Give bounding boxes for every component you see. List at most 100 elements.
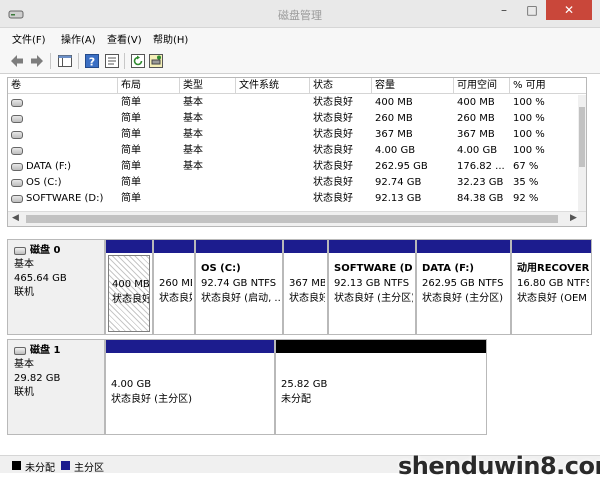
column-header-type[interactable]: 类型 <box>180 78 236 94</box>
table-row[interactable]: SOFTWARE (D:) 简单 状态良好 92.13 GB 84.38 GB 92 % <box>8 191 578 207</box>
legend-label-unallocated: 未分配 <box>25 463 55 474</box>
console-tree-icon[interactable] <box>56 52 74 70</box>
column-header-status[interactable]: 状态 <box>310 78 372 94</box>
volume-type: 基本 <box>183 145 203 156</box>
menu-action[interactable]: 操作(A) <box>61 31 96 46</box>
back-arrow-icon[interactable] <box>8 52 26 70</box>
volume-filesystem <box>239 159 309 175</box>
svg-text:?: ? <box>89 56 95 69</box>
disk-0-partition-5[interactable]: SOFTWARE (D:) 92.13 GB NTFS 状态良好 (主分区) <box>328 239 416 335</box>
column-header-percent-free[interactable]: % 可用 <box>510 78 586 94</box>
disk-0-partition-3[interactable]: OS (C:) 92.74 GB NTFS 状态良好 (启动, ... <box>195 239 283 335</box>
table-row[interactable]: 简单 基本 状态良好 400 MB 400 MB 100 % <box>8 95 578 111</box>
disk-0-partition-7[interactable]: 动用RECOVERY 16.80 GB NTFS 状态良好 (OEM <box>511 239 592 335</box>
column-header-capacity[interactable]: 容量 <box>372 78 454 94</box>
volume-name: DATA (F:) <box>26 161 72 172</box>
volume-free-space: 176.82 ... <box>457 161 505 172</box>
partition-name: OS (C:) <box>201 263 241 274</box>
disk-0-type: 基本 <box>14 259 34 270</box>
disk-1-partition-2[interactable]: 25.82 GB 未分配 <box>275 339 487 435</box>
volume-type <box>183 191 235 207</box>
volume-layout: 简单 <box>121 161 141 172</box>
partition-name: DATA (F:) <box>422 263 474 274</box>
volume-capacity: 400 MB <box>375 97 413 108</box>
volume-status: 状态良好 <box>313 145 353 156</box>
partition-size: 92.13 GB NTFS <box>334 278 410 289</box>
volume-type: 基本 <box>183 113 203 124</box>
maximize-button[interactable]: □ <box>518 0 546 20</box>
toolbar-separator <box>78 53 79 69</box>
watermark: shenduwin8.com <box>398 452 600 480</box>
menu-view[interactable]: 查看(V) <box>107 31 142 46</box>
scroll-left-icon[interactable]: ◀ <box>12 213 19 223</box>
table-row[interactable]: 简单 基本 状态良好 367 MB 367 MB 100 % <box>8 127 578 143</box>
disk-icon <box>14 347 26 355</box>
volume-filesystem <box>239 95 309 111</box>
partition-size: 367 MB <box>289 278 325 289</box>
volume-free-space: 84.38 GB <box>457 193 504 204</box>
disk-0-label[interactable]: 磁盘 0 基本 465.64 GB 联机 <box>7 239 105 335</box>
table-row[interactable]: OS (C:) 简单 状态良好 92.74 GB 32.23 GB 35 % <box>8 175 578 191</box>
volume-type: 基本 <box>183 97 203 108</box>
volume-type: 基本 <box>183 129 203 140</box>
partition-size: 400 MB <box>112 279 149 290</box>
disk-1-type: 基本 <box>14 359 34 370</box>
partition-status: 状态良好 <box>159 293 192 304</box>
help-icon[interactable]: ? <box>83 52 101 70</box>
volume-type <box>183 175 235 191</box>
disk-icon <box>14 247 26 255</box>
partition-name <box>289 261 325 276</box>
volume-filesystem <box>239 127 309 143</box>
volume-free-space: 260 MB <box>457 113 495 124</box>
minimize-button[interactable]: – <box>490 0 518 20</box>
partition-name: 动用RECOVERY <box>517 263 589 274</box>
volume-icon <box>11 147 23 155</box>
close-button[interactable]: ✕ <box>546 0 592 20</box>
column-header-volume[interactable]: 卷 <box>8 78 118 94</box>
volume-icon <box>11 115 23 123</box>
table-row[interactable]: 简单 基本 状态良好 4.00 GB 4.00 GB 100 % <box>8 143 578 159</box>
rescan-icon[interactable] <box>147 52 165 70</box>
menu-help[interactable]: 帮助(H) <box>153 31 188 46</box>
volume-name: OS (C:) <box>26 177 62 188</box>
scroll-right-icon[interactable]: ▶ <box>570 213 577 223</box>
disk-0-partition-4[interactable]: 367 MB 状态良好 <box>283 239 328 335</box>
volume-list-header: 卷 布局 类型 文件系统 状态 容量 可用空间 % 可用 <box>8 78 586 94</box>
volume-list-body: 简单 基本 状态良好 400 MB 400 MB 100 % 简单 基本 状态良好 260 MB 2… <box>8 95 578 211</box>
menu-file[interactable]: 文件(F) <box>12 31 46 46</box>
volume-status: 状态良好 <box>313 97 353 108</box>
volume-percent-free: 67 % <box>513 161 539 172</box>
disk-0-partition-6[interactable]: DATA (F:) 262.95 GB NTFS 状态良好 (主分区) <box>416 239 511 335</box>
volume-capacity: 262.95 GB <box>375 161 428 172</box>
table-row[interactable]: DATA (F:) 简单 基本 状态良好 262.95 GB 176.82 ... 67 % <box>8 159 578 175</box>
volume-icon <box>11 99 23 107</box>
partition-status: 状态良好 (主分区) <box>422 293 503 304</box>
volume-percent-free: 100 % <box>513 113 545 124</box>
partition-bar <box>106 240 152 253</box>
vertical-scrollbar[interactable] <box>578 95 586 211</box>
partition-status: 未分配 <box>281 394 311 405</box>
horizontal-scrollbar-thumb[interactable] <box>26 215 558 223</box>
toolbar-separator <box>124 53 125 69</box>
disk-graphical-view: 磁盘 0 基本 465.64 GB 联机 400 MB 状态良好 260 MB 状态良… <box>7 235 592 455</box>
disk-1-partition-1[interactable]: 4.00 GB 状态良好 (主分区) <box>105 339 275 435</box>
disk-0-partition-1[interactable]: 400 MB 状态良好 <box>105 239 153 335</box>
disk-0-state: 联机 <box>14 287 34 298</box>
table-row[interactable]: 简单 基本 状态良好 260 MB 260 MB 100 % <box>8 111 578 127</box>
disk-0-partition-2[interactable]: 260 MB 状态良好 <box>153 239 195 335</box>
partition-size: 4.00 GB <box>111 379 152 390</box>
forward-arrow-icon[interactable] <box>28 52 46 70</box>
volume-capacity: 4.00 GB <box>375 145 416 156</box>
disk-1-label[interactable]: 磁盘 1 基本 29.82 GB 联机 <box>7 339 105 435</box>
properties-icon[interactable] <box>103 52 121 70</box>
partition-bar <box>329 240 415 253</box>
horizontal-scrollbar[interactable]: ◀ ▶ <box>8 211 586 226</box>
partition-name <box>112 262 149 277</box>
column-header-layout[interactable]: 布局 <box>118 78 180 94</box>
column-header-filesystem[interactable]: 文件系统 <box>236 78 310 94</box>
refresh-icon[interactable] <box>129 52 147 70</box>
column-header-free-space[interactable]: 可用空间 <box>454 78 510 94</box>
volume-capacity: 92.13 GB <box>375 193 422 204</box>
menu-bar: 文件(F) 操作(A) 查看(V) 帮助(H) <box>0 28 600 48</box>
vertical-scrollbar-thumb[interactable] <box>579 107 585 167</box>
